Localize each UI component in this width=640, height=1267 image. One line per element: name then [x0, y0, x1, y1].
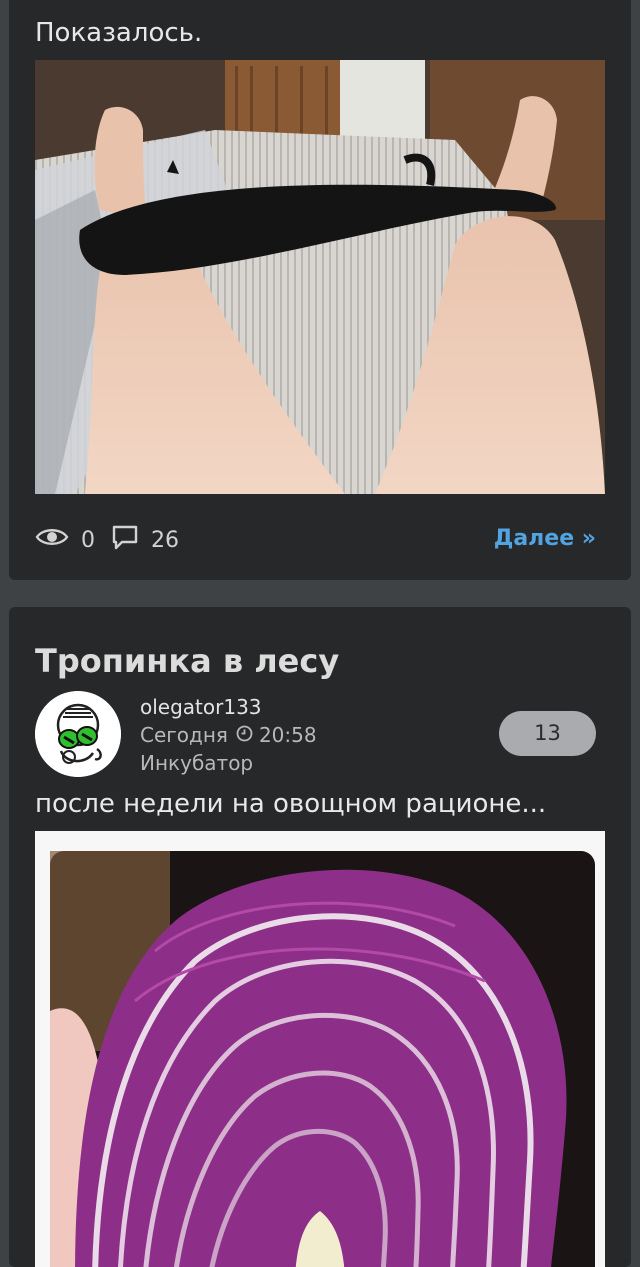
rating-badge[interactable]: 13	[499, 711, 596, 756]
read-more-link[interactable]: Далее »	[494, 526, 596, 551]
post-card: Тропинка в лесу olegator133 Сегодня 20:5…	[9, 607, 631, 1267]
post-caption: после недели на овощном рационе...	[35, 789, 547, 819]
time-label: 20:58	[258, 723, 317, 747]
comments-count[interactable]: 26	[151, 528, 179, 553]
date-label: Сегодня	[140, 723, 228, 747]
avatar[interactable]	[35, 691, 121, 777]
eye-icon	[35, 526, 69, 554]
post-caption: Показалось.	[35, 18, 203, 48]
post-date: Сегодня 20:58	[140, 723, 317, 747]
photo-illustration	[35, 831, 605, 1267]
photo-illustration	[35, 60, 605, 494]
speech-bubble-icon[interactable]	[111, 524, 139, 556]
post-image[interactable]	[35, 60, 605, 494]
post-image[interactable]	[35, 831, 605, 1267]
post-stats: 0 26	[35, 520, 195, 560]
author-name[interactable]: olegator133	[140, 695, 262, 719]
post-title[interactable]: Тропинка в лесу	[35, 642, 339, 680]
category-link[interactable]: Инкубатор	[140, 751, 253, 775]
post-card: Показалось. 0 26 Далее »	[9, 0, 631, 580]
avatar-image	[35, 691, 121, 777]
clock-icon	[236, 723, 253, 747]
views-count: 0	[81, 527, 95, 553]
